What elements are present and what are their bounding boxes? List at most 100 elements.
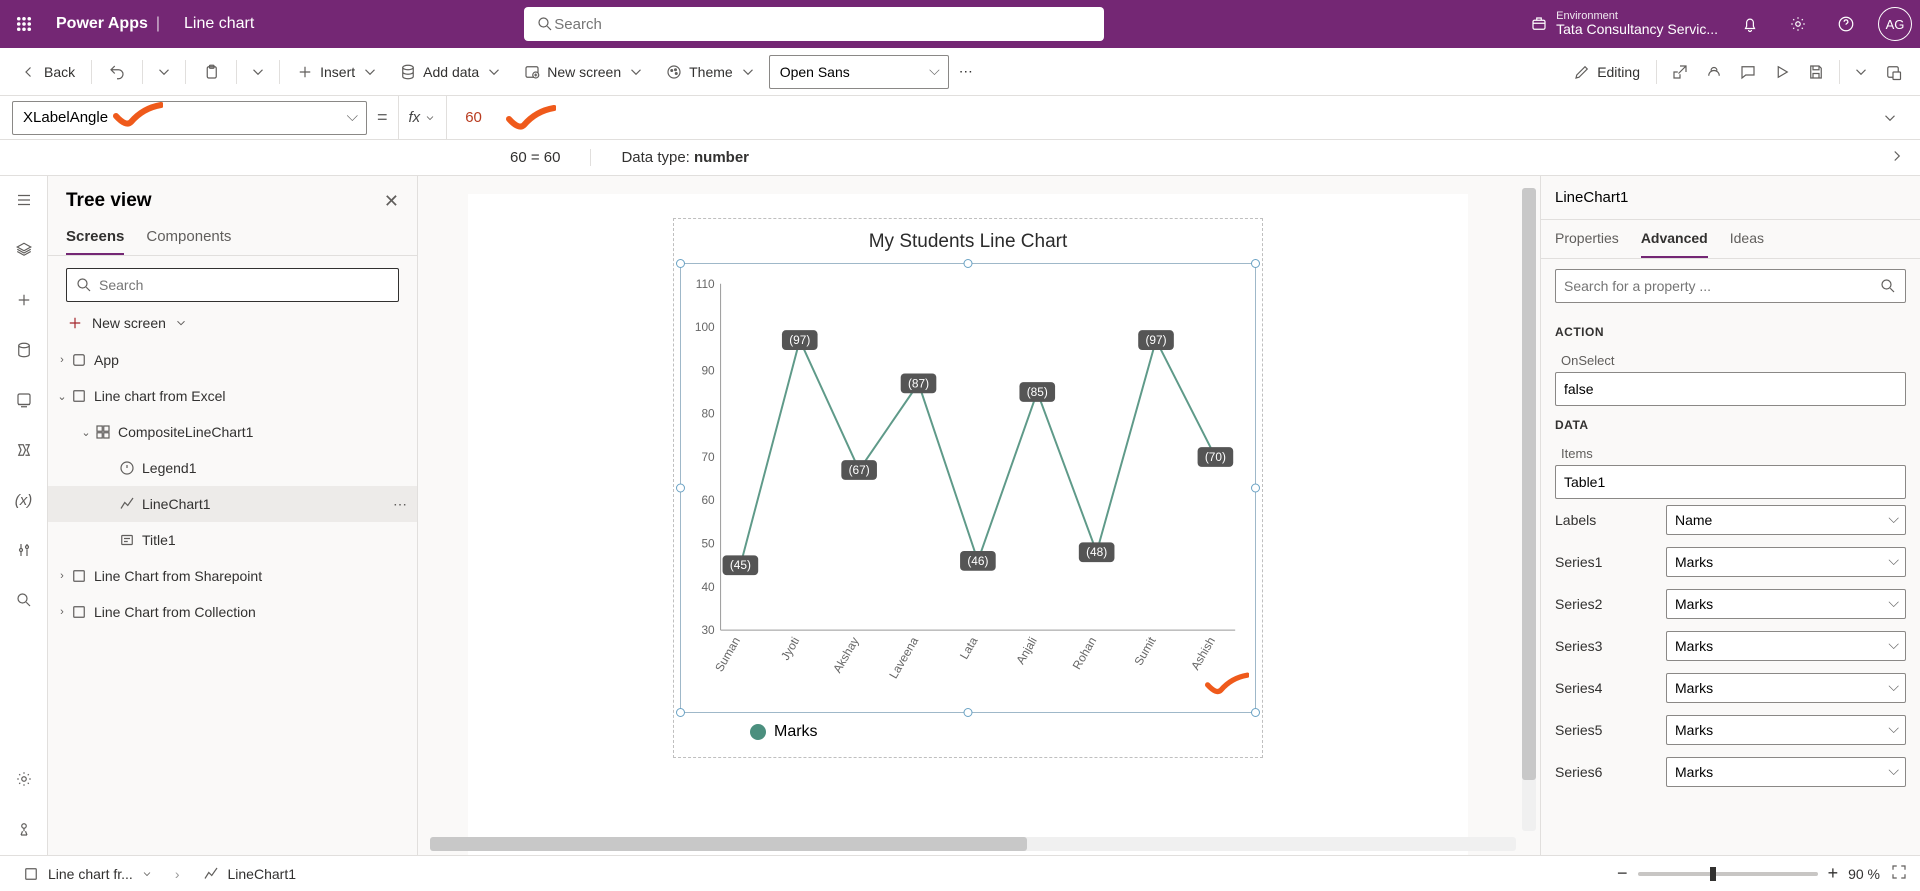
save-button[interactable] <box>1801 54 1831 90</box>
items-label: Items <box>1541 436 1920 465</box>
tab-properties[interactable]: Properties <box>1555 220 1619 258</box>
chart-container[interactable]: My Students Line Chart 30405060708090100… <box>673 218 1263 758</box>
tree-node-screen1[interactable]: ⌄Line chart from Excel <box>48 378 417 414</box>
series4-select[interactable]: Marks <box>1666 673 1906 703</box>
zoom-slider[interactable] <box>1638 872 1818 876</box>
formula-result-bar: 60 = 60 Data type: number <box>0 140 1920 176</box>
undo-button[interactable] <box>100 54 134 90</box>
zoom-in-button[interactable]: + <box>1828 863 1839 884</box>
checker-button[interactable] <box>1699 54 1729 90</box>
svg-text:Rohan: Rohan <box>1070 635 1100 672</box>
save-dropdown[interactable] <box>1848 54 1874 90</box>
new-screen-button[interactable]: New screen <box>48 308 417 342</box>
formula-result: 60 = 60 <box>510 149 591 166</box>
paste-dropdown[interactable] <box>245 54 271 90</box>
environment-picker[interactable]: Environment Tata Consultancy Servic... <box>1530 10 1718 37</box>
settings-button[interactable] <box>1782 8 1814 40</box>
svg-text:40: 40 <box>701 580 715 594</box>
tree-search[interactable] <box>66 268 399 302</box>
labels-select[interactable]: Name <box>1666 505 1906 535</box>
series3-select[interactable]: Marks <box>1666 631 1906 661</box>
notifications-button[interactable] <box>1734 8 1766 40</box>
search-icon <box>75 276 93 294</box>
undo-dropdown[interactable] <box>151 54 177 90</box>
global-search-input[interactable] <box>554 16 1092 33</box>
canvas[interactable]: My Students Line Chart 30405060708090100… <box>468 194 1468 855</box>
font-select[interactable]: Open Sans <box>769 55 949 89</box>
onselect-input[interactable]: false <box>1555 372 1906 406</box>
rail-ai-button[interactable] <box>8 813 40 845</box>
line-chart: 30405060708090100110(45)(97)(67)(87)(46)… <box>681 264 1255 709</box>
rail-insert-button[interactable] <box>8 234 40 266</box>
paste-button[interactable] <box>194 54 228 90</box>
tree-node-linechart[interactable]: LineChart1⋯ <box>48 486 417 522</box>
tree-node-title[interactable]: Title1 <box>48 522 417 558</box>
rail-flows-button[interactable] <box>8 434 40 466</box>
rail-variables-button[interactable]: (x) <box>8 484 40 516</box>
rail-tree-button[interactable] <box>8 184 40 216</box>
insert-button[interactable]: Insert <box>288 54 387 90</box>
breadcrumb-screen[interactable]: Line chart fr... <box>12 861 163 887</box>
environment-label: Environment <box>1556 10 1718 22</box>
resize-handle[interactable] <box>964 708 973 717</box>
property-selector[interactable]: XLabelAngle <box>12 101 367 135</box>
breadcrumb-control[interactable]: LineChart1 <box>192 861 307 887</box>
resize-handle[interactable] <box>676 708 685 717</box>
user-avatar[interactable]: AG <box>1878 7 1912 41</box>
tree-node-screen3[interactable]: ›Line Chart from Collection <box>48 594 417 630</box>
expand-formula-button[interactable] <box>1872 100 1908 136</box>
rail-search-button[interactable] <box>8 584 40 616</box>
rail-tools-button[interactable] <box>8 534 40 566</box>
rail-media-button[interactable] <box>8 384 40 416</box>
series2-select[interactable]: Marks <box>1666 589 1906 619</box>
global-search[interactable] <box>524 7 1104 41</box>
close-tree-button[interactable]: ✕ <box>384 191 399 212</box>
formula-input[interactable]: 60 <box>457 105 1862 131</box>
play-button[interactable] <box>1767 54 1797 90</box>
add-data-button[interactable]: Add data <box>391 54 511 90</box>
items-input[interactable]: Table1 <box>1555 465 1906 499</box>
series1-select[interactable]: Marks <box>1666 547 1906 577</box>
formula-bar: XLabelAngle = fx 60 <box>0 96 1920 140</box>
editing-mode-button[interactable]: Editing <box>1565 54 1648 90</box>
zoom-out-button[interactable]: − <box>1617 863 1628 884</box>
theme-button[interactable]: Theme <box>657 54 765 90</box>
tree-node-more[interactable]: ⋯ <box>393 496 407 513</box>
back-button[interactable]: Back <box>12 54 83 90</box>
canvas-scrollbar-h[interactable] <box>430 837 1516 851</box>
tree-search-input[interactable] <box>99 277 390 293</box>
waffle-button[interactable] <box>8 8 40 40</box>
help-button[interactable] <box>1830 8 1862 40</box>
tab-ideas[interactable]: Ideas <box>1730 220 1764 258</box>
rail-add-button[interactable] <box>8 284 40 316</box>
series2-label: Series2 <box>1555 596 1602 612</box>
tab-advanced[interactable]: Advanced <box>1641 220 1708 258</box>
ribbon-overflow[interactable]: ⋯ <box>953 54 979 90</box>
tab-screens[interactable]: Screens <box>66 220 124 255</box>
fit-screen-button[interactable] <box>1890 863 1908 884</box>
separator: | <box>156 15 160 33</box>
fx-label[interactable]: fx <box>398 96 448 139</box>
canvas-scrollbar-v[interactable] <box>1522 188 1536 831</box>
property-search[interactable] <box>1555 269 1906 303</box>
tab-components[interactable]: Components <box>146 220 231 255</box>
rail-settings-button[interactable] <box>8 763 40 795</box>
tree-node-app[interactable]: ›App <box>48 342 417 378</box>
resize-handle[interactable] <box>1251 708 1260 717</box>
new-screen-button[interactable]: New screen <box>515 54 653 90</box>
comments-button[interactable] <box>1733 54 1763 90</box>
rail-data-button[interactable] <box>8 334 40 366</box>
share-button[interactable] <box>1665 54 1695 90</box>
series4-label: Series4 <box>1555 680 1602 696</box>
chart-legend: Marks <box>680 713 1256 741</box>
tree-node-legend[interactable]: Legend1 <box>48 450 417 486</box>
chart-selection[interactable]: 30405060708090100110(45)(97)(67)(87)(46)… <box>680 263 1256 713</box>
series6-select[interactable]: Marks <box>1666 757 1906 787</box>
publish-button[interactable] <box>1878 54 1908 90</box>
result-next-button[interactable] <box>1888 147 1920 169</box>
series5-select[interactable]: Marks <box>1666 715 1906 745</box>
tree-node-screen2[interactable]: ›Line Chart from Sharepoint <box>48 558 417 594</box>
svg-text:Laveena: Laveena <box>886 634 921 681</box>
tree-node-composite[interactable]: ⌄CompositeLineChart1 <box>48 414 417 450</box>
property-search-input[interactable] <box>1564 278 1879 294</box>
